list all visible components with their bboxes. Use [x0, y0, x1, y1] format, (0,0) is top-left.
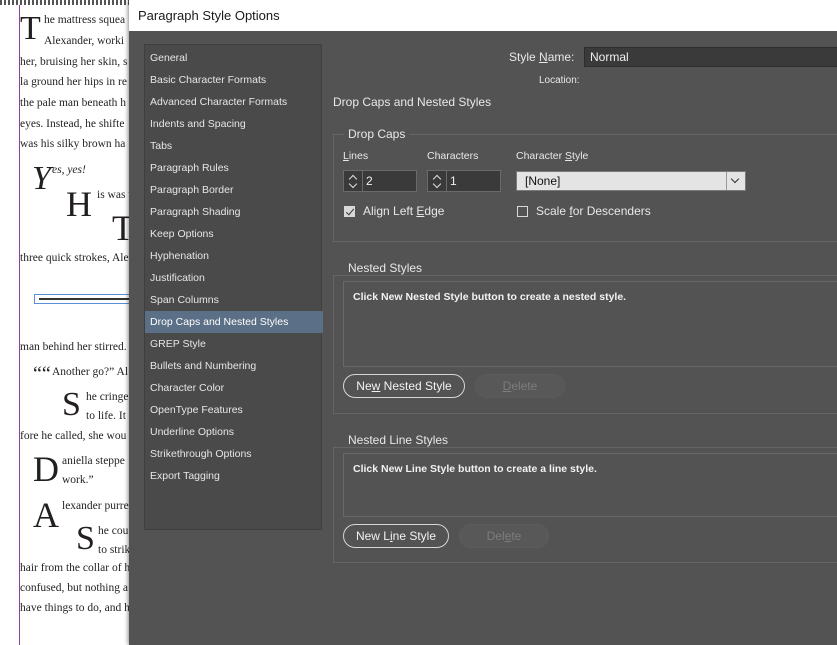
category-paragraph-rules[interactable]: Paragraph Rules: [145, 157, 323, 179]
characters-label: Characters: [427, 150, 479, 162]
body-text-line: confused, but nothing a: [20, 582, 128, 594]
character-style-value: [None]: [525, 174, 561, 188]
dialog-title-bar[interactable]: Paragraph Style Options: [129, 0, 837, 31]
new-line-style-button[interactable]: New Line Style: [343, 524, 449, 548]
nested-line-styles-list[interactable]: Click New Line Style button to create a …: [343, 453, 837, 517]
body-text-line: aniella steppe: [62, 455, 125, 467]
body-text-line: man behind her stirred.: [20, 341, 127, 353]
nested-line-styles-message: Click New Line Style button to create a …: [353, 463, 597, 475]
body-text-line: to strik: [98, 544, 130, 556]
characters-value: 1: [450, 174, 457, 188]
location-label: Location:: [539, 75, 580, 86]
drop-cap-letter: T: [112, 208, 130, 248]
dialog-title: Paragraph Style Options: [138, 8, 280, 23]
chevron-down-icon[interactable]: [726, 172, 745, 190]
new-nested-style-button[interactable]: New Nested Style: [343, 374, 465, 398]
align-left-edge-label: Align Left Edge: [363, 204, 445, 218]
body-text-line: the pale man beneath h: [20, 97, 127, 109]
category-paragraph-shading[interactable]: Paragraph Shading: [145, 201, 323, 223]
category-strikethrough-options[interactable]: Strikethrough Options: [145, 443, 323, 465]
category-hyphenation[interactable]: Hyphenation: [145, 245, 323, 267]
body-text-line: eyes. Instead, he shifte: [20, 118, 125, 130]
body-text-line: hair from the collar of h: [20, 562, 130, 574]
style-name-input[interactable]: Normal: [584, 47, 837, 67]
drop-cap-quote: ““: [33, 363, 51, 385]
body-text-line: he cringe: [86, 391, 129, 403]
category-tabs[interactable]: Tabs: [145, 135, 323, 157]
body-text-line: he cou: [98, 525, 129, 537]
scale-for-descenders-label: Scale for Descenders: [536, 204, 651, 218]
lines-value: 2: [366, 174, 373, 188]
nested-line-styles-group-title: Nested Line Styles: [344, 433, 453, 447]
lines-stepper[interactable]: 2: [343, 170, 417, 192]
drop-cap-letter: D: [33, 449, 59, 489]
rule-frame: [34, 294, 130, 304]
category-span-columns[interactable]: Span Columns: [145, 289, 323, 311]
category-list: General Basic Character Formats Advanced…: [144, 44, 323, 530]
body-text-line: Alexander, worki: [44, 35, 125, 47]
body-text-line: Another go?” Al: [52, 366, 129, 378]
body-text-line: have things to do, and h: [20, 602, 130, 614]
category-basic-character-formats[interactable]: Basic Character Formats: [145, 69, 323, 91]
delete-nested-style-button[interactable]: Delete: [475, 374, 565, 398]
body-text-line: to life. It: [86, 410, 126, 422]
body-text-line: her, bruising her skin, s: [20, 56, 128, 68]
nested-styles-group-title: Nested Styles: [344, 261, 427, 275]
character-style-dropdown[interactable]: [None]: [516, 171, 746, 191]
category-general[interactable]: General: [145, 47, 323, 69]
body-text-line: es, yes!: [52, 164, 86, 176]
body-text-line: three quick strokes, Ale: [20, 252, 129, 264]
category-underline-options[interactable]: Underline Options: [145, 421, 323, 443]
category-export-tagging[interactable]: Export Tagging: [145, 465, 323, 487]
category-opentype-features[interactable]: OpenType Features: [145, 399, 323, 421]
body-text-line: work.”: [62, 474, 94, 486]
body-text-line: he mattress squea: [44, 14, 126, 26]
scale-for-descenders-checkbox[interactable]: [517, 206, 528, 217]
drop-cap-letter: A: [33, 495, 59, 535]
category-advanced-character-formats[interactable]: Advanced Character Formats: [145, 91, 323, 113]
delete-line-style-button[interactable]: Delete: [459, 524, 549, 548]
nested-styles-list[interactable]: Click New Nested Style button to create …: [343, 281, 837, 367]
category-character-color[interactable]: Character Color: [145, 377, 323, 399]
body-text-line: la ground her hips in re: [20, 76, 127, 88]
body-text-line: lexander purre: [62, 500, 129, 512]
character-style-label: Character Style: [516, 150, 589, 162]
lines-label: Lines: [343, 150, 369, 162]
category-drop-caps-and-nested-styles[interactable]: Drop Caps and Nested Styles: [145, 311, 323, 333]
drop-cap-letter: Y: [32, 160, 51, 197]
body-text-line: is was t: [97, 189, 130, 201]
drop-cap-letter: S: [76, 520, 95, 557]
style-name-label: Style Name:: [509, 50, 575, 64]
nested-styles-message: Click New Nested Style button to create …: [353, 291, 627, 303]
drop-cap-letter: T: [20, 10, 41, 47]
align-left-edge-checkbox[interactable]: [344, 206, 355, 217]
category-justification[interactable]: Justification: [145, 267, 323, 289]
characters-stepper-arrows-icon[interactable]: [428, 171, 447, 191]
document-page: T he mattress squea Alexander, worki her…: [0, 0, 130, 645]
paragraph-style-options-dialog: Paragraph Style Options General Basic Ch…: [129, 0, 837, 645]
body-text-line: fore he called, she wou: [20, 430, 127, 442]
category-indents-and-spacing[interactable]: Indents and Spacing: [145, 113, 323, 135]
category-keep-options[interactable]: Keep Options: [145, 223, 323, 245]
drop-cap-letter: S: [62, 386, 81, 423]
body-text-line: was his silky brown ha: [20, 138, 126, 150]
section-title: Drop Caps and Nested Styles: [333, 95, 492, 109]
category-grep-style[interactable]: GREP Style: [145, 333, 323, 355]
category-bullets-and-numbering[interactable]: Bullets and Numbering: [145, 355, 323, 377]
category-paragraph-border[interactable]: Paragraph Border: [145, 179, 323, 201]
characters-stepper[interactable]: 1: [427, 170, 501, 192]
drop-caps-group-title: Drop Caps: [344, 127, 410, 141]
lines-stepper-arrows-icon[interactable]: [344, 171, 363, 191]
drop-cap-letter: H: [66, 184, 92, 224]
